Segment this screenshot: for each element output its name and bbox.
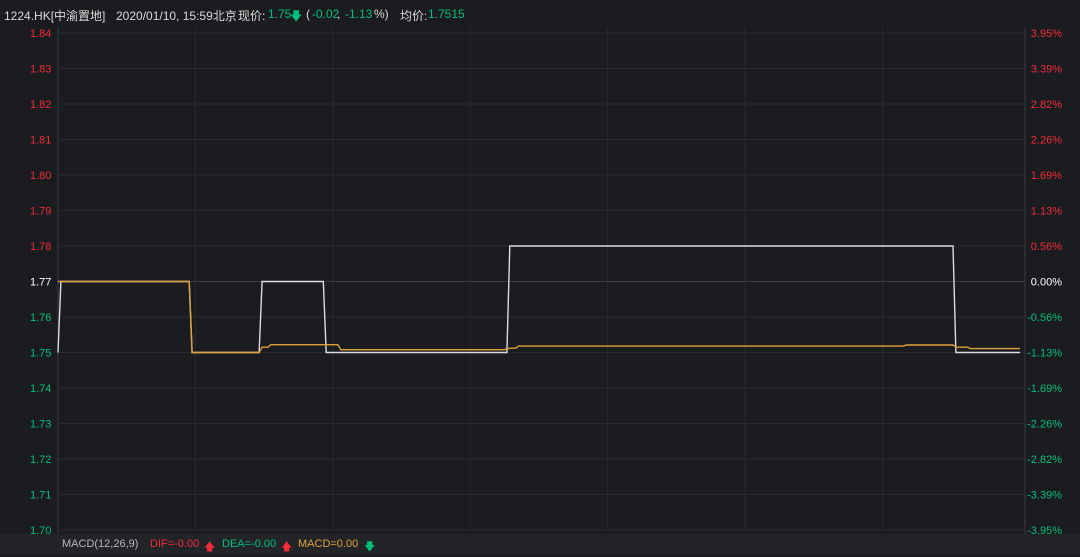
y-tick-label-right: -3.39% xyxy=(1027,490,1062,502)
price-value: 1.75 xyxy=(268,7,292,21)
y-tick-label-left: 1.84 xyxy=(30,28,51,40)
price-caption: 现价: xyxy=(238,9,266,23)
y-tick-label-left: 1.73 xyxy=(30,419,51,431)
dea-value: DEA=-0.00 xyxy=(222,538,277,550)
quote-header: 1224.HK[中渝置地] 2020/01/10, 15:59北京 现价: 1.… xyxy=(0,0,1080,28)
datetime-label: 2020/01/10, 15:59北京 xyxy=(116,9,237,23)
change-close: %) xyxy=(374,7,389,21)
symbol-label: 1224.HK[中渝置地] xyxy=(4,9,106,23)
y-tick-label-right: 2.82% xyxy=(1031,99,1062,111)
macd-down-icon: 🡇 xyxy=(364,541,376,553)
price-down-icon: 🡇 xyxy=(290,9,303,23)
avg-caption: 均价: xyxy=(400,9,428,23)
y-tick-label-right: 0.56% xyxy=(1031,241,1062,253)
avg-value: 1.7515 xyxy=(428,7,465,21)
y-tick-label-left: 1.78 xyxy=(30,241,51,253)
y-tick-label-right: 3.39% xyxy=(1031,64,1062,76)
macd-value: MACD=0.00 xyxy=(298,538,359,550)
y-tick-label-left: 1.80 xyxy=(30,170,51,182)
change-value: -0.02 xyxy=(312,7,340,21)
macd-bar: MACD(12,26,9) DIF=-0.00 🡅 DEA=-0.00 🡅 MA… xyxy=(0,534,1080,554)
y-tick-label-right: -0.56% xyxy=(1027,312,1062,324)
dif-up-icon: 🡅 xyxy=(204,541,216,553)
y-tick-label-right: 1.13% xyxy=(1031,206,1062,218)
y-tick-label-left: 1.75 xyxy=(30,348,51,360)
y-tick-label-right: 0.00% xyxy=(1031,277,1062,289)
change-sep: , xyxy=(337,7,341,21)
y-tick-label-right: -1.69% xyxy=(1027,383,1062,395)
change-open: ( xyxy=(306,7,310,21)
plot-background xyxy=(0,0,1080,554)
y-tick-label-right: -2.82% xyxy=(1027,454,1062,466)
intraday-chart: 1.84 1.83 1.82 1.81 1.80 1.79 1.78 1.77 1.76 1.75… xyxy=(0,0,1080,554)
y-tick-label-left: 1.76 xyxy=(30,312,51,324)
dif-value: DIF=-0.00 xyxy=(150,538,200,550)
y-tick-label-left: 1.74 xyxy=(30,383,51,395)
y-tick-label-right: 1.69% xyxy=(1031,170,1062,182)
y-tick-label-left: 1.72 xyxy=(30,454,51,466)
change-pct-value: -1.13 xyxy=(345,7,373,21)
macd-params-label: MACD(12,26,9) xyxy=(62,538,139,550)
y-tick-label-left: 1.77 xyxy=(30,277,51,289)
right-axis: 3.95% 3.39% 2.82% 2.26% 1.69% 1.13% 0.56% 0.00%… xyxy=(1027,28,1062,537)
y-tick-label-left: 1.71 xyxy=(30,490,51,502)
y-tick-label-right: 3.95% xyxy=(1031,28,1062,40)
dea-up-icon: 🡅 xyxy=(281,541,293,553)
y-tick-label-right: -1.13% xyxy=(1027,348,1062,360)
y-tick-label-left: 1.82 xyxy=(30,99,51,111)
y-tick-label-right: 2.26% xyxy=(1031,135,1062,147)
left-axis: 1.84 1.83 1.82 1.81 1.80 1.79 1.78 1.77 1.76 1.75… xyxy=(30,28,51,537)
y-tick-label-left: 1.83 xyxy=(30,64,51,76)
y-tick-label-right: -2.26% xyxy=(1027,419,1062,431)
y-tick-label-left: 1.81 xyxy=(30,135,51,147)
y-tick-label-left: 1.79 xyxy=(30,206,51,218)
